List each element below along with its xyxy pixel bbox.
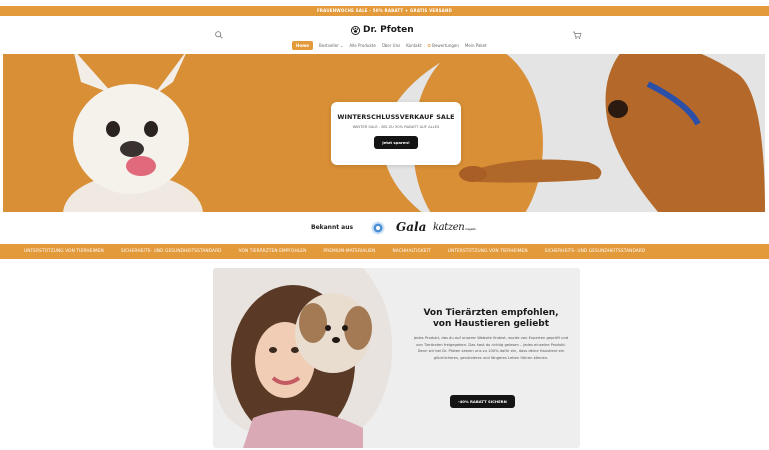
hero-cta-button[interactable]: Jetzt sparen!: [374, 136, 418, 149]
nav-item-home[interactable]: Home: [292, 41, 313, 50]
ticker-item: UNTERSTÜTZUNG VON TIERHEIMEN: [447, 249, 528, 254]
nav-item-bewertungen-label: Bewertungen: [432, 43, 459, 48]
press-logo-circle-icon: [371, 221, 385, 235]
nav-item-bestseller[interactable]: Bestseller ⌄: [319, 43, 343, 48]
nav-item-kontakt[interactable]: Kontakt: [406, 43, 421, 48]
feature-title: Von Tierärzten empfohlen, von Haustieren…: [411, 308, 571, 330]
star-icon: ✪: [427, 43, 431, 48]
french-bulldog-image: [63, 54, 203, 212]
ticker-item: NACHHALTIGKEIT: [392, 249, 431, 254]
press-section: Bekannt aus Gala katzenmagazin: [0, 215, 769, 243]
feature-section: Von Tierärzten empfohlen, von Haustieren…: [213, 268, 580, 448]
feature-cta-button[interactable]: -40% RABATT SICHERN: [450, 395, 515, 408]
press-logo-katzen: katzenmagazin: [433, 222, 476, 233]
hero-subtitle: WINTER SALE - BIS ZU 50% RABATT AUF ALLE…: [352, 125, 440, 129]
woman-with-dog-image: [213, 268, 393, 448]
dog-paw-image: [459, 54, 765, 212]
nav-item-bewertungen[interactable]: ✪ Bewertungen: [428, 43, 459, 48]
hero-banner: WINTERSCHLUSSVERKAUF SALE WINTER SALE - …: [3, 54, 765, 212]
feature-title-line-2: von Haustieren geliebt: [432, 319, 550, 329]
paw-logo-icon: [351, 25, 360, 35]
cart-icon[interactable]: [572, 25, 582, 39]
logo-text: Dr. Pfoten: [363, 25, 414, 35]
ticker-item: SICHERHEITS- UND GESUNDHEITSSTANDARD: [544, 249, 646, 254]
hero-title: WINTERSCHLUSSVERKAUF SALE: [337, 113, 455, 121]
ticker-item: VON TIERÄRZTEN EMPFOHLEN: [238, 249, 307, 254]
nav-item-alle-produkte[interactable]: Alle Produkte: [349, 43, 375, 48]
main-nav: Home Bestseller ⌄ Alle Produkte Über Uns…: [292, 41, 487, 50]
nav-item-ueber-uns[interactable]: Über Uns: [382, 43, 400, 48]
hero-card: WINTERSCHLUSSVERKAUF SALE WINTER SALE - …: [331, 102, 461, 165]
press-logo-katzen-text: katzen: [433, 222, 465, 233]
search-icon[interactable]: [214, 25, 224, 39]
site-header: Dr. Pfoten Home Bestseller ⌄ Alle Produk…: [0, 16, 769, 54]
ticker-item: SICHERHEITS- UND GESUNDHEITSSTANDARD: [120, 249, 222, 254]
feature-title-line-1: Von Tierärzten empfohlen,: [423, 308, 559, 318]
ticker-item: PREMIUM-MATERIALIEN: [323, 249, 376, 254]
usp-ticker: UNTERSTÜTZUNG VON TIERHEIMEN SICHERHEITS…: [0, 244, 769, 259]
ticker-item: UNTERSTÜTZUNG VON TIERHEIMEN: [24, 249, 104, 254]
press-label: Bekannt aus: [311, 224, 354, 231]
announcement-bar: FRAUENWOCHE SALE - 50% RABATT + GRATIS V…: [0, 6, 769, 16]
feature-body: Jedes Produkt, das du auf unserer Websit…: [413, 336, 569, 360]
announcement-text: FRAUENWOCHE SALE - 50% RABATT + GRATIS V…: [316, 8, 453, 13]
press-logo-gala: Gala: [396, 220, 427, 234]
logo[interactable]: Dr. Pfoten: [351, 23, 421, 37]
press-logo-katzen-sub: magazin: [465, 227, 476, 231]
nav-item-mein-paket[interactable]: Mein Paket: [465, 43, 487, 48]
